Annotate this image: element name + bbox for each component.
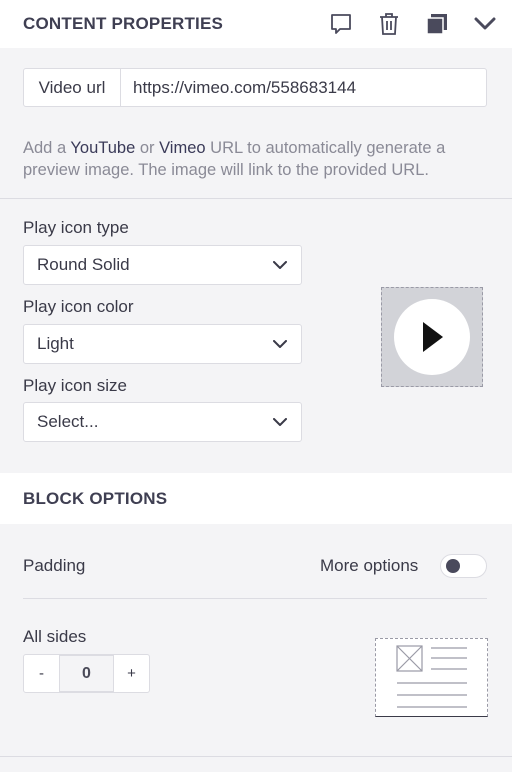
padding-value-input[interactable] — [59, 655, 114, 692]
more-options-label: More options — [320, 556, 419, 575]
play-icon-preview — [381, 287, 483, 387]
chevron-down-icon — [273, 255, 287, 275]
help-text-prefix: Add a — [23, 139, 71, 157]
toggle-knob — [446, 559, 460, 573]
chevron-down-icon — [273, 334, 287, 354]
trash-icon[interactable] — [374, 9, 404, 39]
play-icon-circle — [394, 299, 470, 375]
help-text-or: or — [135, 139, 160, 157]
video-url-field: Video url — [23, 68, 487, 107]
vimeo-link[interactable]: Vimeo — [159, 139, 205, 157]
section-title: CONTENT PROPERTIES — [23, 14, 224, 33]
youtube-link[interactable]: YouTube — [70, 139, 135, 157]
play-icon-color-select[interactable]: Light — [23, 324, 302, 364]
play-icon-size-label: Play icon size — [23, 376, 127, 395]
play-icon-type-value: Round Solid — [37, 255, 130, 274]
block-options-header: BLOCK OPTIONS — [0, 473, 512, 524]
padding-stepper: - + — [23, 654, 150, 693]
video-url-help-text: Add a YouTube or Vimeo URL to automatica… — [23, 137, 493, 181]
video-url-input[interactable] — [121, 69, 486, 106]
duplicate-icon[interactable] — [422, 9, 452, 39]
divider — [23, 598, 487, 599]
divider — [0, 756, 512, 757]
play-icon — [423, 322, 443, 352]
play-icon-color-value: Light — [37, 334, 74, 353]
padding-label: Padding — [23, 556, 86, 575]
divider — [0, 198, 512, 199]
decrement-button[interactable]: - — [24, 655, 59, 692]
all-sides-label: All sides — [23, 627, 87, 646]
video-url-label: Video url — [24, 69, 121, 106]
more-options-toggle[interactable] — [440, 554, 487, 578]
padding-preview-illustration — [396, 645, 467, 708]
comment-icon[interactable] — [326, 9, 356, 39]
play-icon-type-select[interactable]: Round Solid — [23, 245, 302, 285]
chevron-down-icon[interactable] — [470, 9, 500, 39]
header-toolbar — [326, 9, 500, 39]
padding-preview — [375, 638, 488, 717]
play-icon-color-label: Play icon color — [23, 297, 134, 316]
play-icon-size-select[interactable]: Select... — [23, 402, 302, 442]
play-icon-size-value: Select... — [37, 412, 99, 431]
play-icon-type-label: Play icon type — [23, 218, 129, 237]
block-options-title: BLOCK OPTIONS — [23, 488, 168, 508]
chevron-down-icon — [273, 412, 287, 432]
increment-button[interactable]: + — [114, 655, 149, 692]
